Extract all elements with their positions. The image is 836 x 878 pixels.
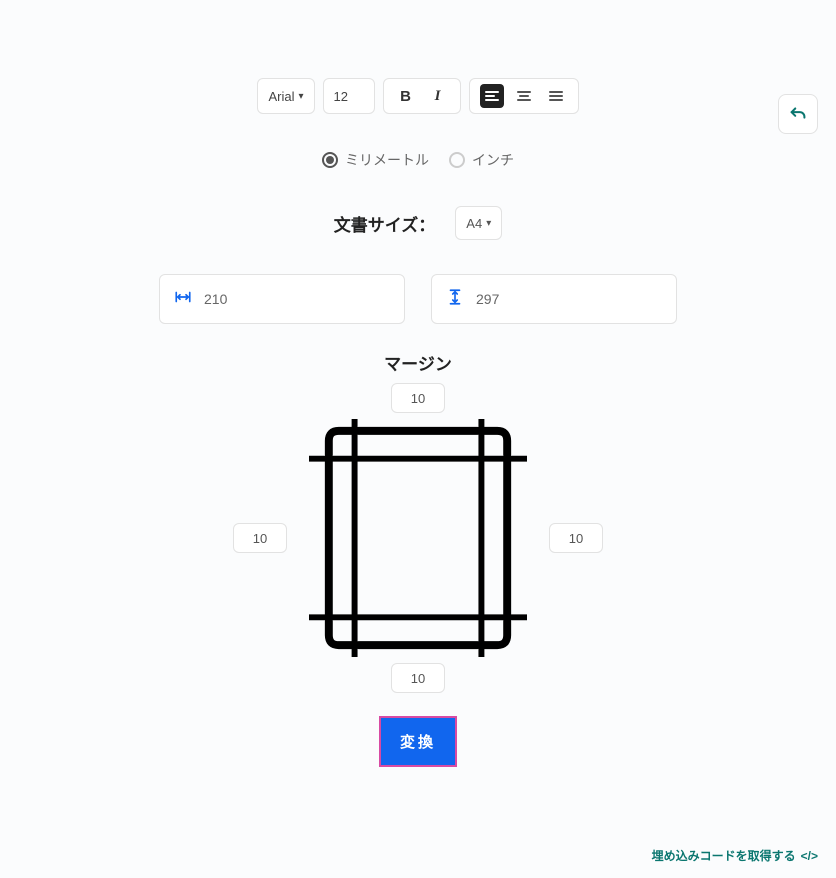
document-preset-select[interactable]: A4 ▾ [455,206,502,240]
chevron-down-icon: ▾ [298,91,303,102]
embed-code-link[interactable]: 埋め込みコードを取得する </> [652,847,818,864]
unit-inch-label: インチ [472,150,514,170]
convert-button[interactable]: 変換 [380,717,456,766]
width-icon [174,288,192,311]
embed-code-label: 埋め込みコードを取得する [652,847,796,864]
font-style-group: B I [383,78,461,114]
text-toolbar: Arial ▾ B I [0,78,836,114]
align-justify-button[interactable] [544,84,568,108]
margin-left-input[interactable] [233,523,287,553]
undo-button[interactable] [778,94,818,134]
font-size-input[interactable] [334,89,364,104]
margin-block [233,383,603,693]
unit-inch-option[interactable]: インチ [449,150,514,170]
align-group [469,78,579,114]
height-input[interactable] [476,291,662,307]
code-icon: </> [801,849,818,863]
document-size-row: 文書サイズ： A4 ▾ [0,206,836,240]
align-left-icon [484,88,500,104]
bold-button[interactable]: B [394,84,418,108]
unit-mm-option[interactable]: ミリメートル [322,150,429,170]
align-center-icon [516,88,532,104]
height-input-group [431,274,677,324]
margin-top-input[interactable] [391,383,445,413]
width-input[interactable] [204,291,390,307]
font-family-select[interactable]: Arial ▾ [257,78,314,114]
align-justify-icon [548,88,564,104]
italic-button[interactable]: I [426,84,450,108]
radio-unchecked-icon [449,152,465,168]
font-family-label: Arial [268,89,294,104]
undo-icon [787,103,809,125]
align-left-button[interactable] [480,84,504,108]
align-center-button[interactable] [512,84,536,108]
dimensions-row [0,274,836,324]
height-icon [446,288,464,311]
radio-checked-icon [322,152,338,168]
margin-label: マージン [0,350,836,375]
margin-right-input[interactable] [549,523,603,553]
margin-bottom-input[interactable] [391,663,445,693]
margin-diagram [309,419,527,657]
document-size-label: 文書サイズ： [334,211,436,236]
width-input-group [159,274,405,324]
document-preset-label: A4 [466,216,482,231]
unit-mm-label: ミリメートル [345,150,429,170]
chevron-down-icon: ▾ [486,218,491,229]
font-size-group [323,78,375,114]
unit-selector: ミリメートル インチ [0,150,836,170]
